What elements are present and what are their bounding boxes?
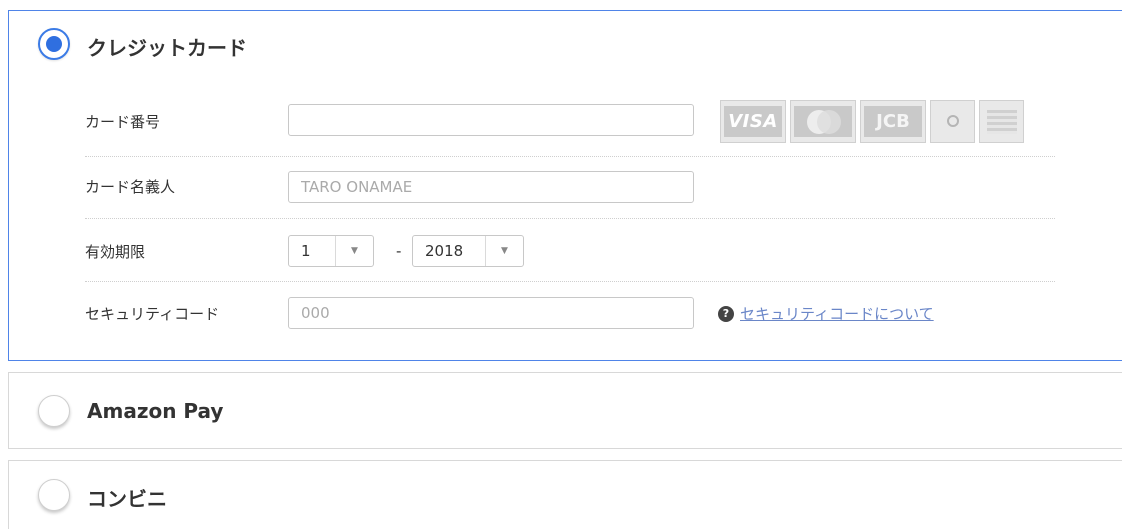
credit-card-title: クレジットカード [87, 36, 247, 60]
jcb-icon: JCB [860, 100, 926, 143]
card-holder-label: カード名義人 [85, 178, 176, 196]
konbini-title: コンビニ [87, 487, 167, 511]
row-divider [85, 281, 1055, 282]
konbini-radio[interactable] [38, 479, 70, 511]
amazon-pay-panel[interactable]: Amazon Pay [8, 372, 1122, 449]
card-number-input[interactable] [288, 104, 694, 136]
row-divider [85, 156, 1055, 157]
amazon-pay-title: Amazon Pay [87, 399, 224, 423]
security-code-input[interactable] [288, 297, 694, 329]
security-code-help-link[interactable]: セキュリティコードについて [740, 303, 934, 324]
expiry-separator: - [396, 242, 402, 260]
security-code-label: セキュリティコード [85, 305, 220, 323]
expiry-year-value: 2018 [425, 242, 464, 260]
credit-card-panel: クレジットカード カード番号 VISA JCB カード名義人 有効期限 1 ▼ … [8, 10, 1122, 361]
konbini-panel[interactable]: コンビニ [8, 460, 1122, 529]
chevron-down-icon: ▼ [485, 236, 523, 266]
expiry-month-value: 1 [301, 242, 311, 260]
american-express-icon [979, 100, 1024, 143]
question-icon: ? [718, 305, 734, 322]
amazon-pay-radio[interactable] [38, 395, 70, 427]
credit-card-radio[interactable] [38, 28, 70, 60]
card-number-label: カード番号 [85, 113, 161, 131]
mastercard-icon [790, 100, 856, 143]
row-divider [85, 218, 1055, 219]
visa-icon: VISA [720, 100, 786, 143]
card-holder-input[interactable] [288, 171, 694, 203]
card-brand-icons: VISA JCB [720, 100, 1024, 143]
diners-club-icon [930, 100, 975, 143]
security-code-help[interactable]: ? セキュリティコードについて [718, 303, 934, 324]
expiry-year-select[interactable]: 2018 ▼ [412, 235, 524, 267]
expiry-month-select[interactable]: 1 ▼ [288, 235, 374, 267]
expiry-label: 有効期限 [85, 243, 146, 261]
chevron-down-icon: ▼ [335, 236, 373, 266]
